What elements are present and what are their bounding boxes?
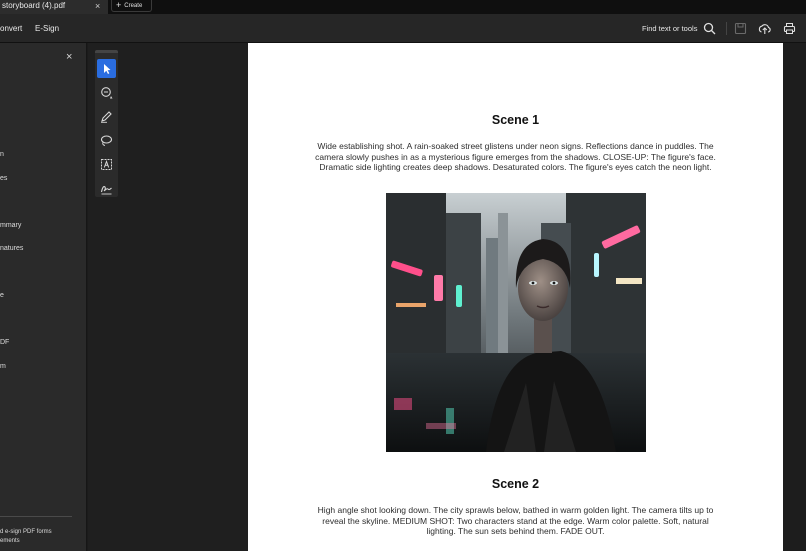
esign-promo[interactable]: d e-sign PDF forms ements	[0, 528, 52, 545]
draw-tool[interactable]	[97, 107, 116, 126]
plus-icon: +	[116, 0, 122, 10]
scene-2-description: High angle shot looking down. The city s…	[317, 505, 714, 536]
right-edge-strip	[783, 43, 806, 551]
toolbar-divider	[726, 22, 727, 35]
document-tab[interactable]: storyboard (4).pdf ×	[0, 0, 108, 14]
esign-promo-line1: d e-sign PDF forms	[0, 529, 52, 535]
esign-menu[interactable]: E-Sign	[35, 14, 59, 43]
text-box-icon	[101, 159, 112, 170]
storyboard-illustration	[386, 193, 646, 452]
upload-cloud-icon[interactable]	[758, 22, 771, 35]
print-icon[interactable]	[783, 22, 796, 35]
tab-bar: storyboard (4).pdf × + Create	[0, 0, 806, 14]
close-tab-icon[interactable]: ×	[95, 0, 100, 12]
top-toolbar: onvert E-Sign Find text or tools	[0, 14, 806, 43]
comment-tool[interactable]	[97, 83, 116, 102]
find-text-label[interactable]: Find text or tools	[642, 14, 697, 43]
scene-1-image	[386, 193, 646, 452]
panel-item[interactable]: es	[0, 175, 7, 182]
add-comment-icon	[101, 87, 113, 99]
create-tab-button[interactable]: + Create	[111, 0, 152, 12]
left-panel: × n es mmary natures e DF m d e-sign PDF…	[0, 43, 87, 551]
scene-1-title: Scene 1	[491, 113, 540, 127]
quick-tools-strip	[95, 50, 118, 197]
save-icon[interactable]	[734, 22, 747, 35]
esign-promo-line2: ements	[0, 537, 20, 544]
convert-menu[interactable]: onvert	[0, 14, 22, 43]
lasso-icon	[100, 135, 113, 146]
panel-item[interactable]: e	[0, 292, 4, 299]
select-tool[interactable]	[97, 59, 116, 78]
panel-item[interactable]: m	[0, 363, 6, 370]
cursor-icon	[104, 64, 111, 74]
sign-tool[interactable]	[97, 179, 116, 198]
pen-icon	[101, 111, 112, 123]
panel-item[interactable]: DF	[0, 339, 9, 346]
document-tab-label: storyboard (4).pdf	[2, 1, 66, 10]
lasso-tool[interactable]	[97, 131, 116, 150]
panel-divider	[0, 516, 72, 517]
text-tool[interactable]	[97, 155, 116, 174]
scene-1-description: Wide establishing shot. A rain-soaked st…	[315, 141, 716, 172]
pdf-page: Scene 1 Wide establishing shot. A rain-s…	[248, 43, 783, 551]
close-panel-icon[interactable]: ×	[66, 51, 72, 63]
panel-item[interactable]: n	[0, 151, 4, 158]
scene-2-title: Scene 2	[491, 477, 540, 491]
search-icon[interactable]	[703, 22, 716, 35]
create-tab-label: Create	[124, 3, 143, 9]
panel-item[interactable]: natures	[0, 245, 23, 252]
panel-item[interactable]: mmary	[0, 222, 21, 229]
signature-icon	[100, 186, 112, 195]
